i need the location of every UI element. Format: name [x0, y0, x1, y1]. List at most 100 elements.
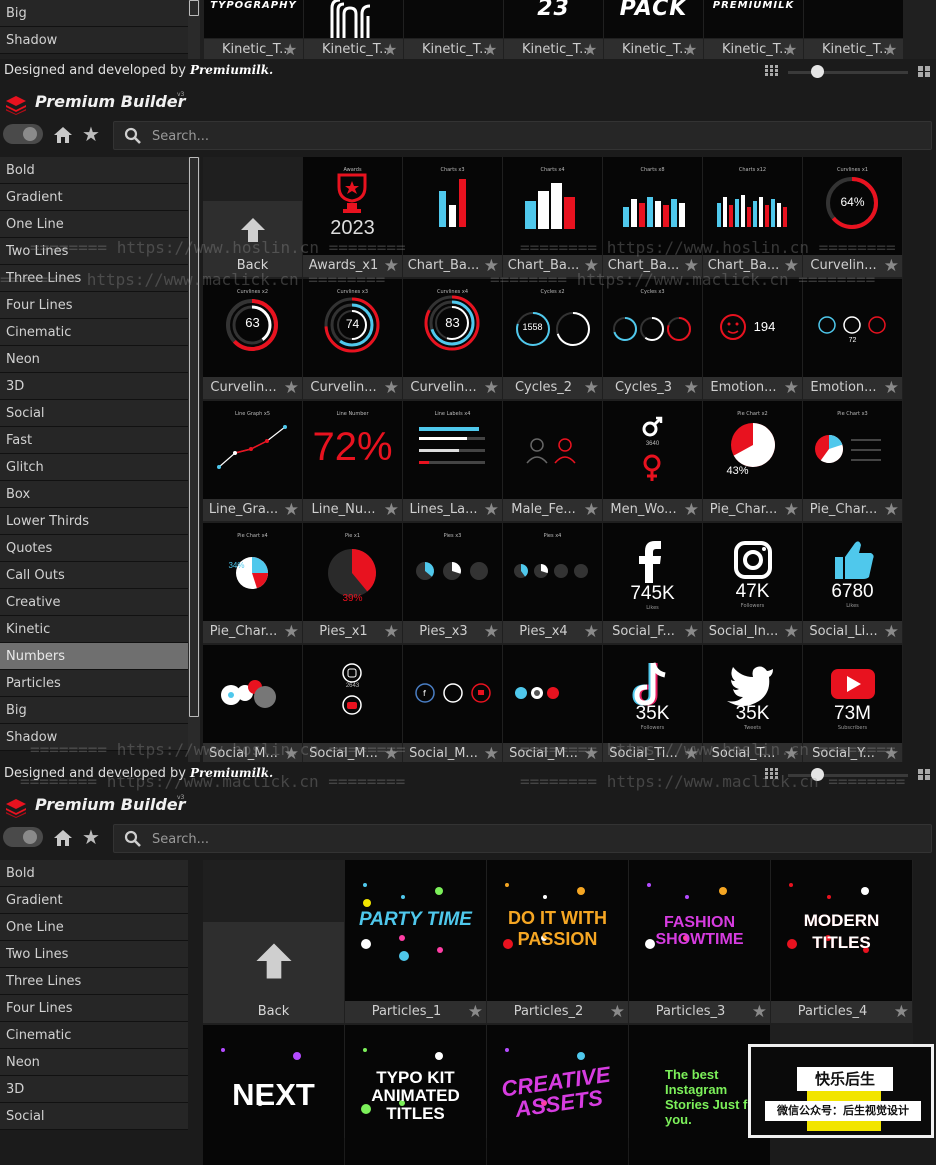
favorite-star-icon[interactable]: ★ [584, 745, 599, 763]
sidebar-item-neon[interactable]: Neon [0, 346, 188, 373]
scrollbar-thumb[interactable] [189, 0, 199, 16]
preset-thumbnail[interactable] [404, 0, 503, 38]
favorite-star-icon[interactable]: ★ [384, 623, 399, 641]
preset-thumbnail[interactable]: 23 [504, 0, 603, 38]
home-icon[interactable] [53, 126, 73, 144]
favorite-star-icon[interactable]: ★ [784, 623, 799, 641]
preset-tile[interactable]: Male_Fe... ★ [503, 401, 602, 521]
favorite-star-icon[interactable]: ★ [884, 257, 899, 275]
sidebar-scrollbar[interactable] [188, 157, 200, 763]
favorite-star-icon[interactable]: ★ [583, 42, 599, 58]
favorite-star-icon[interactable]: ★ [784, 501, 799, 519]
favorite-star-icon[interactable]: ★ [284, 623, 299, 641]
preset-tile[interactable]: 72 Emotion... ★ [803, 279, 902, 399]
sidebar-item-one-line[interactable]: One Line [0, 914, 188, 941]
favorite-star-icon[interactable]: ★ [584, 379, 599, 397]
favorite-star-icon[interactable]: ★ [484, 501, 499, 519]
preset-tile[interactable]: f Social_M... ★ [403, 645, 502, 765]
sidebar-item-bold[interactable]: Bold [0, 860, 188, 887]
sidebar-item-one-line[interactable]: One Line [0, 211, 188, 238]
zoom-slider-track[interactable] [788, 774, 908, 777]
sidebar-item-call-outs[interactable]: Call Outs [0, 562, 188, 589]
sidebar-scrollbar[interactable] [188, 0, 200, 60]
favorite-star-icon[interactable]: ★ [610, 1003, 625, 1021]
preset-tile[interactable]: MODERN TITLES Particles_4 ★ [771, 860, 912, 1023]
preset-tile[interactable]: Pies x4 Pies_x4 ★ [503, 523, 602, 643]
sidebar-item-particles[interactable]: Particles [0, 670, 188, 697]
preset-tile[interactable]: Awards 2023 Awards_x1 ★ [303, 157, 402, 277]
preset-tile[interactable]: Line Number 72% Line_Nu... ★ [303, 401, 402, 521]
search-input[interactable] [152, 828, 912, 850]
favorite-star-icon[interactable]: ★ [883, 42, 899, 58]
preset-tile[interactable]: 73M Subscribers Social_Y... ★ [803, 645, 902, 765]
sidebar-item-box[interactable]: Box [0, 481, 188, 508]
sidebar-item-lower-thirds[interactable]: Lower Thirds [0, 508, 188, 535]
favorite-star-icon[interactable]: ★ [684, 501, 699, 519]
favorite-star-icon[interactable]: ★ [384, 501, 399, 519]
favorite-star-icon[interactable]: ★ [683, 42, 699, 58]
favorite-star-icon[interactable]: ★ [384, 257, 399, 275]
preset-caption[interactable]: Kinetic_T... ★ [404, 39, 503, 61]
preset-tile[interactable]: Pie Chart x4 34% Pie_Char... ★ [203, 523, 302, 643]
favorite-star-icon[interactable]: ★ [384, 379, 399, 397]
sidebar-item-glitch[interactable]: Glitch [0, 454, 188, 481]
favorite-star-icon[interactable]: ★ [483, 42, 499, 58]
preset-tile[interactable]: 2643 Social_M... ★ [303, 645, 402, 765]
sidebar-item-three-lines[interactable]: Three Lines [0, 968, 188, 995]
sidebar-item-cinematic[interactable]: Cinematic [0, 319, 188, 346]
favorite-star-icon[interactable]: ★ [584, 501, 599, 519]
scrollbar-thumb[interactable] [189, 157, 199, 717]
favorite-star-icon[interactable]: ★ [484, 257, 499, 275]
list-view-icon[interactable] [765, 65, 778, 77]
preset-caption[interactable]: Kinetic_T... ★ [804, 39, 903, 61]
preset-tile[interactable]: Cycles x2 1558 Cycles_2 ★ [503, 279, 602, 399]
preset-thumbnail[interactable]: PREMIUMILK [704, 0, 803, 38]
preset-thumbnail[interactable]: PACK [604, 0, 703, 38]
preset-tile[interactable]: Charts x8 Chart_Ba... ★ [603, 157, 702, 277]
favorite-star-icon[interactable]: ★ [484, 623, 499, 641]
favorite-star-icon[interactable]: ★ [284, 745, 299, 763]
preset-tile[interactable]: 3640 Men_Wo... ★ [603, 401, 702, 521]
preset-tile[interactable]: 47K Followers Social_In... ★ [703, 523, 802, 643]
sidebar-item-two-lines[interactable]: Two Lines [0, 238, 188, 265]
sidebar-item-bold[interactable]: Bold [0, 157, 188, 184]
favorite-star-icon[interactable]: ★ [684, 379, 699, 397]
zoom-slider-knob[interactable] [811, 768, 824, 781]
favorite-star-icon[interactable]: ★ [684, 623, 699, 641]
sidebar-item-numbers[interactable]: Numbers [0, 643, 188, 670]
favorite-star-icon[interactable]: ★ [284, 379, 299, 397]
back-button[interactable]: Back [203, 922, 344, 1023]
preset-tile[interactable]: Charts x3 Chart_Ba... ★ [403, 157, 502, 277]
favorite-star-icon[interactable]: ★ [784, 379, 799, 397]
sidebar-item-shadow[interactable]: Shadow [0, 724, 188, 751]
sidebar-item-fast[interactable]: Fast [0, 427, 188, 454]
favorite-star-icon[interactable]: ★ [468, 1003, 483, 1021]
favorite-star-icon[interactable]: ★ [484, 745, 499, 763]
sidebar-item-creative[interactable]: Creative [0, 589, 188, 616]
preset-tile[interactable]: TYPO KIT ANIMATED TITLES [345, 1025, 486, 1165]
preset-tile[interactable]: 745K Likes Social_F... ★ [603, 523, 702, 643]
sidebar-item-big[interactable]: Big [0, 697, 188, 724]
search-input[interactable] [152, 125, 912, 147]
sidebar-item-kinetic[interactable]: Kinetic [0, 616, 188, 643]
preset-caption[interactable]: Kinetic_T... ★ [704, 39, 803, 61]
preset-tile[interactable]: DO IT WITH PASSION Particles_2 ★ [487, 860, 628, 1023]
favorite-star-icon[interactable]: ★ [884, 379, 899, 397]
sidebar-item-shadow-cut[interactable]: Shadow [0, 27, 188, 54]
sidebar-item-social[interactable]: Social [0, 1103, 188, 1130]
preset-tile[interactable]: Pies x3 Pies_x3 ★ [403, 523, 502, 643]
favorite-star-icon[interactable]: ★ [884, 501, 899, 519]
sidebar-item-gradient[interactable]: Gradient [0, 887, 188, 914]
preset-tile[interactable]: Pie Chart x3 Pie_Char... ★ [803, 401, 902, 521]
favorite-star-icon[interactable]: ★ [384, 745, 399, 763]
favorite-star-icon[interactable]: ★ [784, 745, 799, 763]
sidebar-item-quotes[interactable]: Quotes [0, 535, 188, 562]
favorite-star-icon[interactable]: ★ [783, 42, 799, 58]
preset-tile[interactable]: FASHION SHOWTIME Particles_3 ★ [629, 860, 770, 1023]
grid-view-icon[interactable] [918, 66, 931, 78]
favorite-star-icon[interactable]: ★ [484, 379, 499, 397]
favorite-star-icon[interactable]: ★ [684, 257, 699, 275]
favorites-star-icon[interactable]: ★ [82, 124, 102, 144]
preset-tile[interactable]: Curvlines x3 74 Curvelin... ★ [303, 279, 402, 399]
sidebar-item-3d[interactable]: 3D [0, 1076, 188, 1103]
